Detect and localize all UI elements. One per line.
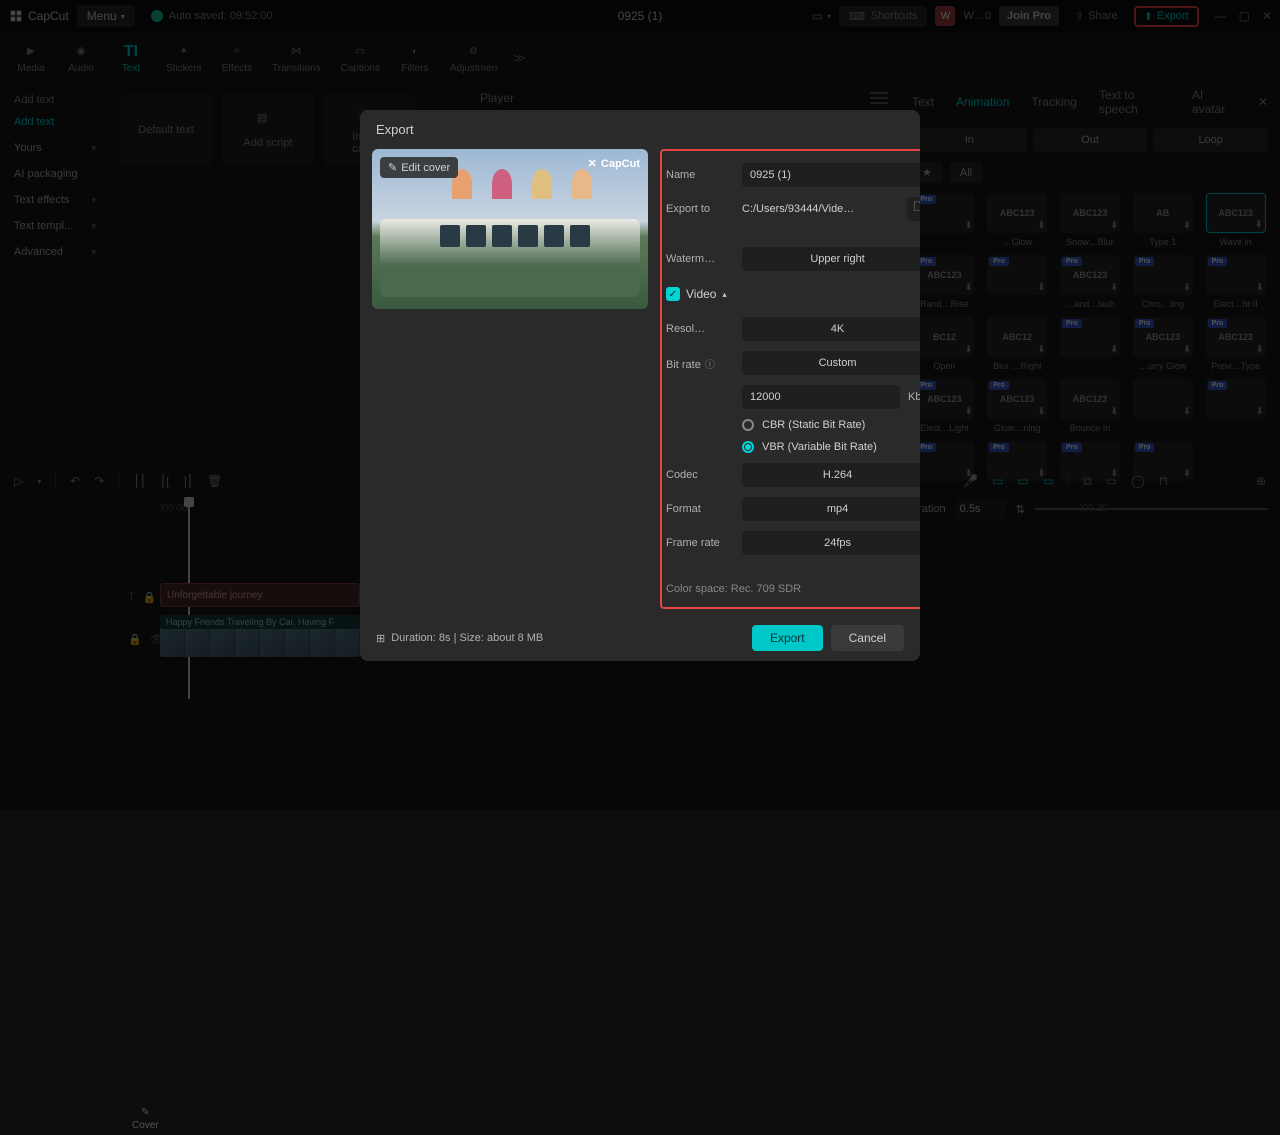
bitrate-label: Bit rateⓘ — [666, 356, 732, 371]
framerate-label: Frame rate — [666, 537, 732, 549]
browse-folder-button[interactable]: 🗀 — [907, 197, 920, 221]
resolution-label: Resol… — [666, 323, 732, 335]
help-icon[interactable]: ⓘ — [705, 360, 715, 371]
name-input[interactable] — [742, 163, 920, 187]
format-label: Format — [666, 503, 732, 515]
bitrate-mode-select[interactable]: Custom▾ — [742, 351, 920, 375]
cover-button[interactable]: ✎ Cover — [128, 1103, 163, 1135]
vbr-radio-row[interactable]: VBR (Variable Bit Rate) — [666, 441, 920, 453]
edit-cover-button[interactable]: ✎Edit cover — [380, 157, 458, 178]
exportto-label: Export to — [666, 203, 732, 215]
export-modal-title: Export — [360, 110, 920, 149]
framerate-select[interactable]: 24fps▾ — [742, 531, 920, 555]
watermark-badge: ✕CapCut — [588, 157, 640, 170]
cbr-radio-row[interactable]: CBR (Static Bit Rate) — [666, 419, 920, 431]
format-select[interactable]: mp4▾ — [742, 497, 920, 521]
export-confirm-button[interactable]: Export — [752, 625, 823, 651]
bitrate-unit: Kbps — [908, 391, 920, 403]
pencil-icon: ✎ — [388, 161, 397, 174]
video-section-label: Video — [686, 287, 716, 301]
name-label: Name — [666, 169, 732, 181]
export-info: ⊞Duration: 8s | Size: about 8 MB — [376, 632, 543, 645]
film-icon: ⊞ — [376, 632, 385, 645]
color-space-label: Color space: Rec. 709 SDR — [666, 583, 920, 595]
modal-overlay: Export ✎Edit cover ✕CapCut — [0, 0, 1280, 810]
watermark-label: Waterm… — [666, 253, 732, 265]
folder-icon: 🗀 — [913, 198, 920, 220]
watermark-select[interactable]: Upper right▾ — [742, 247, 920, 271]
export-path: C:/Users/93444/Vide… — [742, 197, 907, 221]
export-modal: Export ✎Edit cover ✕CapCut — [360, 110, 920, 661]
export-preview: ✎Edit cover ✕CapCut — [372, 149, 648, 309]
bitrate-input[interactable] — [742, 385, 900, 409]
resolution-select[interactable]: 4K▾ — [742, 317, 920, 341]
export-settings: Name Export to C:/Users/93444/Vide… 🗀 Wa… — [660, 149, 920, 609]
export-cancel-button[interactable]: Cancel — [831, 625, 904, 651]
video-checkbox[interactable]: ✓ — [666, 287, 680, 301]
pencil-icon: ✎ — [141, 1107, 149, 1118]
codec-select[interactable]: H.264▾ — [742, 463, 920, 487]
codec-label: Codec — [666, 469, 732, 481]
